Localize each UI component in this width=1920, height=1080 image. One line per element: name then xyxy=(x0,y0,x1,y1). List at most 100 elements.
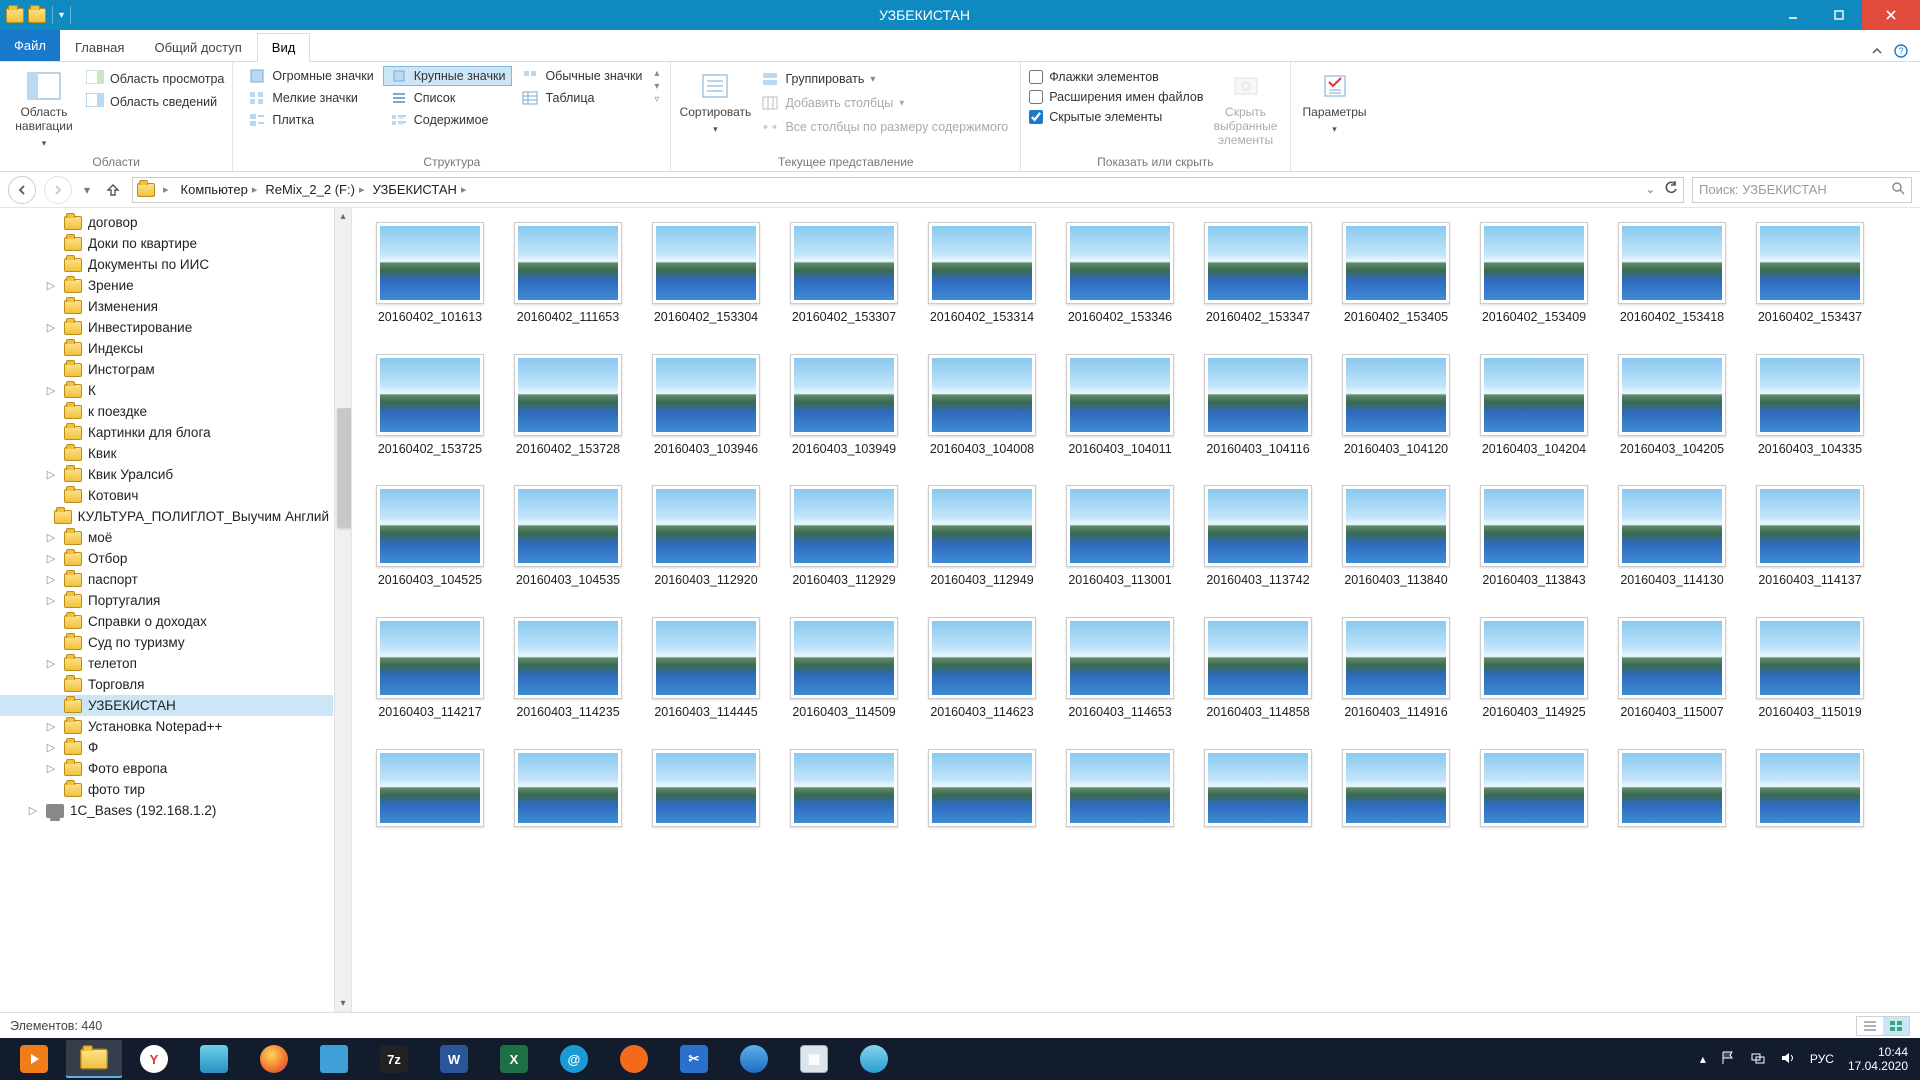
file-item[interactable] xyxy=(1336,749,1456,827)
taskbar-word[interactable]: W xyxy=(426,1040,482,1078)
file-item[interactable]: 20160403_104116 xyxy=(1198,354,1318,458)
file-item[interactable]: 20160403_103946 xyxy=(646,354,766,458)
tray-clock[interactable]: 10:44 17.04.2020 xyxy=(1848,1045,1908,1074)
tree-item[interactable]: ▷паспорт xyxy=(0,569,333,590)
tree-scrollbar[interactable]: ▴ ▾ xyxy=(334,208,351,1012)
hidden-items-toggle[interactable]: Скрытые элементы xyxy=(1029,110,1203,124)
breadcrumb-segment[interactable]: УЗБЕКИСТАН▸ xyxy=(368,182,470,197)
qat-dropdown[interactable]: ▾ xyxy=(59,10,64,21)
taskbar-remote[interactable] xyxy=(306,1040,362,1078)
minimize-button[interactable] xyxy=(1770,0,1816,30)
file-item[interactable]: 20160403_114130 xyxy=(1612,485,1732,589)
tab-Общий доступ[interactable]: Общий доступ xyxy=(139,33,256,61)
tree-item[interactable]: ▷Ф xyxy=(0,737,333,758)
tree-item[interactable]: ▷Инвестирование xyxy=(0,317,333,338)
details-view-button[interactable] xyxy=(1857,1017,1883,1035)
folder-tree[interactable]: договорДоки по квартиреДокументы по ИИС▷… xyxy=(0,208,352,1012)
taskbar-snip[interactable]: ✂ xyxy=(666,1040,722,1078)
file-item[interactable]: 20160403_112929 xyxy=(784,485,904,589)
address-bar[interactable]: ▸ Компьютер▸ReMix_2_2 (F:)▸УЗБЕКИСТАН▸ ⌄ xyxy=(132,177,1684,203)
tree-expander[interactable]: ▷ xyxy=(44,468,58,481)
file-item[interactable]: 20160403_115007 xyxy=(1612,617,1732,721)
sort-button[interactable]: Сортировать▾ xyxy=(679,66,751,135)
file-item[interactable]: 20160403_103949 xyxy=(784,354,904,458)
file-item[interactable]: 20160402_101613 xyxy=(370,222,490,326)
tree-item[interactable]: Инстограм xyxy=(0,359,333,380)
file-item[interactable] xyxy=(1198,749,1318,827)
file-item[interactable] xyxy=(370,749,490,827)
history-dropdown[interactable]: ▾ xyxy=(80,176,94,204)
taskbar-yandex[interactable]: Y xyxy=(126,1040,182,1078)
tab-Вид[interactable]: Вид xyxy=(257,33,311,62)
tree-item[interactable]: Квик xyxy=(0,443,333,464)
thumb-view-button[interactable] xyxy=(1883,1017,1909,1035)
file-item[interactable]: 20160403_114925 xyxy=(1474,617,1594,721)
file-item[interactable]: 20160402_153728 xyxy=(508,354,628,458)
tree-item[interactable]: ▷моё xyxy=(0,527,333,548)
tree-item[interactable]: ▷Квик Уралсиб xyxy=(0,464,333,485)
file-item[interactable]: 20160403_114858 xyxy=(1198,617,1318,721)
file-item[interactable]: 20160403_112949 xyxy=(922,485,1042,589)
file-item[interactable]: 20160403_114509 xyxy=(784,617,904,721)
forward-button[interactable] xyxy=(44,176,72,204)
layout-huge-icons[interactable]: Огромные значки xyxy=(241,66,380,86)
file-item[interactable]: 20160403_115019 xyxy=(1750,617,1870,721)
close-button[interactable] xyxy=(1862,0,1920,30)
file-item[interactable]: 20160403_114137 xyxy=(1750,485,1870,589)
file-tab[interactable]: Файл xyxy=(0,30,60,61)
qat-open-button[interactable] xyxy=(28,8,46,23)
layout-small-icons[interactable]: Мелкие значки xyxy=(241,88,380,108)
file-item[interactable]: 20160403_114445 xyxy=(646,617,766,721)
file-item[interactable] xyxy=(922,749,1042,827)
taskbar-firefox[interactable] xyxy=(246,1040,302,1078)
taskbar-7zip[interactable]: 7z xyxy=(366,1040,422,1078)
file-item[interactable]: 20160403_113843 xyxy=(1474,485,1594,589)
item-checkboxes-toggle[interactable]: Флажки элементов xyxy=(1029,70,1203,84)
file-item[interactable]: 20160402_153405 xyxy=(1336,222,1456,326)
file-item[interactable]: 20160403_104205 xyxy=(1612,354,1732,458)
help-button[interactable]: ? xyxy=(1894,44,1908,61)
file-item[interactable]: 20160403_104335 xyxy=(1750,354,1870,458)
tree-item[interactable]: ▷Зрение xyxy=(0,275,333,296)
tree-item[interactable]: ▷Фото европа xyxy=(0,758,333,779)
layout-list[interactable]: Список xyxy=(383,88,513,108)
file-item[interactable]: 20160403_114916 xyxy=(1336,617,1456,721)
tree-item[interactable]: Торговля xyxy=(0,674,333,695)
tree-expander[interactable]: ▷ xyxy=(44,657,58,670)
file-item[interactable]: 20160402_153437 xyxy=(1750,222,1870,326)
file-item[interactable]: 20160403_104011 xyxy=(1060,354,1180,458)
file-item[interactable]: 20160403_104204 xyxy=(1474,354,1594,458)
details-pane-toggle[interactable]: Область сведений xyxy=(86,93,224,110)
refresh-button[interactable] xyxy=(1663,180,1679,199)
taskbar-calc[interactable]: ▦ xyxy=(786,1040,842,1078)
file-item[interactable]: 20160402_153304 xyxy=(646,222,766,326)
up-button[interactable] xyxy=(102,179,124,201)
taskbar-reader[interactable] xyxy=(186,1040,242,1078)
address-dropdown[interactable]: ⌄ xyxy=(1646,183,1655,196)
tree-expander[interactable]: ▷ xyxy=(26,804,40,817)
tree-item[interactable]: Справки о доходах xyxy=(0,611,333,632)
layout-table[interactable]: Таблица xyxy=(514,88,649,108)
file-list[interactable]: 20160402_10161320160402_11165320160402_1… xyxy=(352,208,1920,1012)
tree-expander[interactable]: ▷ xyxy=(44,594,58,607)
scroll-thumb[interactable] xyxy=(337,408,352,528)
tree-item[interactable]: УЗБЕКИСТАН xyxy=(0,695,333,716)
tree-item[interactable]: Изменения xyxy=(0,296,333,317)
file-item[interactable]: 20160403_112920 xyxy=(646,485,766,589)
file-item[interactable]: 20160402_111653 xyxy=(508,222,628,326)
taskbar-paint[interactable] xyxy=(846,1040,902,1078)
tree-item[interactable]: к поездке xyxy=(0,401,333,422)
tray-language[interactable]: РУС xyxy=(1810,1052,1834,1066)
file-item[interactable]: 20160402_153307 xyxy=(784,222,904,326)
file-item[interactable]: 20160403_104120 xyxy=(1336,354,1456,458)
file-item[interactable]: 20160403_104008 xyxy=(922,354,1042,458)
layout-medium-icons[interactable]: Обычные значки xyxy=(514,66,649,86)
file-item[interactable] xyxy=(784,749,904,827)
file-item[interactable]: 20160402_153418 xyxy=(1612,222,1732,326)
file-item[interactable]: 20160402_153725 xyxy=(370,354,490,458)
file-item[interactable]: 20160403_113742 xyxy=(1198,485,1318,589)
tree-expander[interactable]: ▷ xyxy=(44,384,58,397)
group-by-button[interactable]: Группировать ▾ xyxy=(757,70,1012,88)
tree-item[interactable]: ▷Отбор xyxy=(0,548,333,569)
file-item[interactable]: 20160402_153346 xyxy=(1060,222,1180,326)
